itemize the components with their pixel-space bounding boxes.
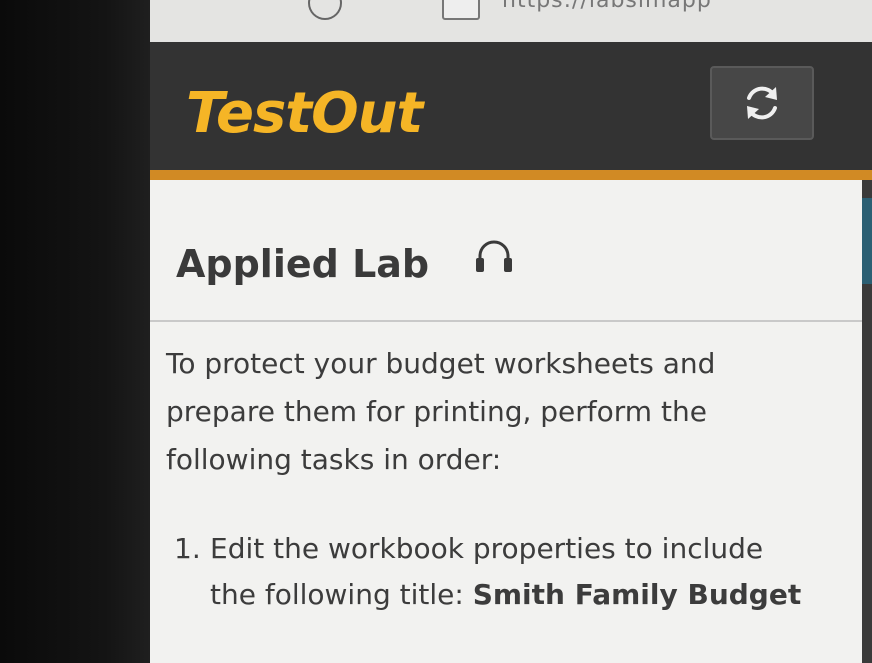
lab-title: Applied Lab xyxy=(176,242,430,286)
title-divider xyxy=(150,320,862,322)
task-item: 1. Edit the workbook properties to inclu… xyxy=(174,526,814,618)
screen-bezel xyxy=(0,0,150,663)
app-header: TestOut xyxy=(150,42,872,170)
panel-edge xyxy=(862,180,872,663)
task-text: Edit the workbook properties to include … xyxy=(210,526,814,618)
lab-intro-text: To protect your budget worksheets and pr… xyxy=(166,347,716,476)
header-accent-bar xyxy=(150,170,872,180)
browser-reload-icon[interactable] xyxy=(308,0,342,20)
lab-instructions-panel: Applied Lab To protect your budget works… xyxy=(150,180,862,663)
task-list: 1. Edit the workbook properties to inclu… xyxy=(174,526,814,618)
address-bar-url[interactable]: https://labsimapp xyxy=(502,0,712,13)
refresh-button[interactable] xyxy=(710,66,814,140)
refresh-icon xyxy=(747,86,777,120)
task-number: 1. xyxy=(174,532,201,565)
headphones-icon[interactable] xyxy=(472,236,516,276)
browser-toolbar: https://labsimapp xyxy=(150,0,872,42)
task-text-bold: Smith Family Budget xyxy=(472,578,802,611)
browser-tab-icon[interactable] xyxy=(442,0,480,20)
panel-edge-accent xyxy=(862,198,872,284)
testout-logo: TestOut xyxy=(186,81,423,146)
